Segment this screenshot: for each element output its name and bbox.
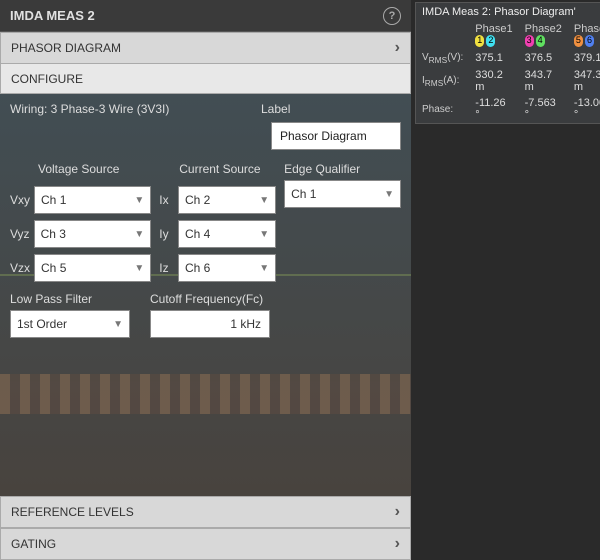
chevron-down-icon: ▼ xyxy=(259,195,269,206)
edge-qualifier-header: Edge Qualifier xyxy=(284,162,401,176)
ix-select[interactable]: Ch 2▼ xyxy=(178,186,276,214)
ch6-badge-icon: 6 xyxy=(585,35,594,47)
phase2-header: Phase234 xyxy=(519,21,568,49)
phase3-header: Phase356 xyxy=(568,21,600,49)
vrms-label: VRMS(V): xyxy=(422,52,463,63)
section-label: GATING xyxy=(11,537,56,551)
edge-select[interactable]: Ch 1▼ xyxy=(284,180,401,208)
chevron-down-icon: ▼ xyxy=(259,229,269,240)
vxy-select[interactable]: Ch 1▼ xyxy=(34,186,151,214)
readout-title: IMDA Meas 2: Phasor Diagram' xyxy=(416,3,600,21)
vyz-select[interactable]: Ch 3▼ xyxy=(34,220,152,248)
lpf-select[interactable]: 1st Order▼ xyxy=(10,310,130,338)
vyz-label: Vyz xyxy=(10,227,30,241)
iy-select[interactable]: Ch 4▼ xyxy=(178,220,276,248)
chevron-down-icon: ▼ xyxy=(134,263,144,274)
chevron-right-icon: › xyxy=(395,535,400,553)
ch4-badge-icon: 4 xyxy=(536,35,545,47)
table-row: IRMS(A): 330.2 m 343.7 m 347.3 m xyxy=(416,67,600,95)
measurement-readout: IMDA Meas 2: Phasor Diagram' Phase112 Ph… xyxy=(415,2,600,124)
ch2-badge-icon: 2 xyxy=(486,35,495,47)
panel-title: IMDA MEAS 2 xyxy=(10,8,95,23)
help-icon[interactable]: ? xyxy=(383,7,401,25)
readout-table: Phase112 Phase234 Phase356 VRMS(V): 375.… xyxy=(416,21,600,123)
section-label: PHASOR DIAGRAM xyxy=(11,41,121,55)
ix-label: Ix xyxy=(159,193,174,207)
section-gating[interactable]: GATING › xyxy=(0,528,411,560)
results-panel: IMDA Meas 2: Phasor Diagram' Phase112 Ph… xyxy=(411,0,600,560)
table-row: VRMS(V): 375.1 376.5 379.1 xyxy=(416,49,600,67)
cutoff-header: Cutoff Frequency(Fc) xyxy=(150,292,270,306)
chevron-down-icon: ▼ xyxy=(134,229,144,240)
wiring-info: Wiring: 3 Phase-3 Wire (3V3I) xyxy=(10,102,261,116)
chevron-right-icon: › xyxy=(395,503,400,521)
vzx-label: Vzx xyxy=(10,261,30,275)
panel-title-bar: IMDA MEAS 2 ? xyxy=(0,0,411,32)
label-field-label: Label xyxy=(261,102,401,116)
chevron-down-icon: ▼ xyxy=(113,319,123,330)
lpf-header: Low Pass Filter xyxy=(10,292,130,306)
iz-label: Iz xyxy=(159,261,174,275)
chevron-down-icon: ▼ xyxy=(259,263,269,274)
chevron-right-icon: › xyxy=(395,39,400,57)
phase-label: Phase: xyxy=(422,104,453,115)
section-phasor-diagram[interactable]: PHASOR DIAGRAM › xyxy=(0,32,411,64)
ch1-badge-icon: 1 xyxy=(475,35,484,47)
iz-select[interactable]: Ch 6▼ xyxy=(178,254,276,282)
ch5-badge-icon: 5 xyxy=(574,35,583,47)
section-reference-levels[interactable]: REFERENCE LEVELS › xyxy=(0,496,411,528)
vxy-label: Vxy xyxy=(10,193,30,207)
voltage-source-header: Voltage Source xyxy=(38,162,151,176)
tab-configure[interactable]: CONFIGURE xyxy=(0,64,411,94)
table-header-row: Phase112 Phase234 Phase356 xyxy=(416,21,600,49)
iy-label: Iy xyxy=(159,227,174,241)
vzx-select[interactable]: Ch 5▼ xyxy=(34,254,151,282)
current-source-header: Current Source xyxy=(179,162,276,176)
section-label: REFERENCE LEVELS xyxy=(11,505,134,519)
phase1-header: Phase112 xyxy=(469,21,518,49)
tab-label: CONFIGURE xyxy=(11,72,83,86)
chevron-down-icon: ▼ xyxy=(384,189,394,200)
ch3-badge-icon: 3 xyxy=(525,35,534,47)
config-panel: IMDA MEAS 2 ? PHASOR DIAGRAM › CONFIGURE… xyxy=(0,0,411,560)
irms-label: IRMS(A): xyxy=(422,75,459,86)
cutoff-input[interactable]: 1 kHz xyxy=(150,310,270,338)
label-input[interactable] xyxy=(271,122,401,150)
chevron-down-icon: ▼ xyxy=(134,195,144,206)
configure-body: Wiring: 3 Phase-3 Wire (3V3I) Label Volt… xyxy=(0,94,411,496)
table-row: Phase: -11.26 ° -7.563 ° -13.00 ° xyxy=(416,95,600,123)
